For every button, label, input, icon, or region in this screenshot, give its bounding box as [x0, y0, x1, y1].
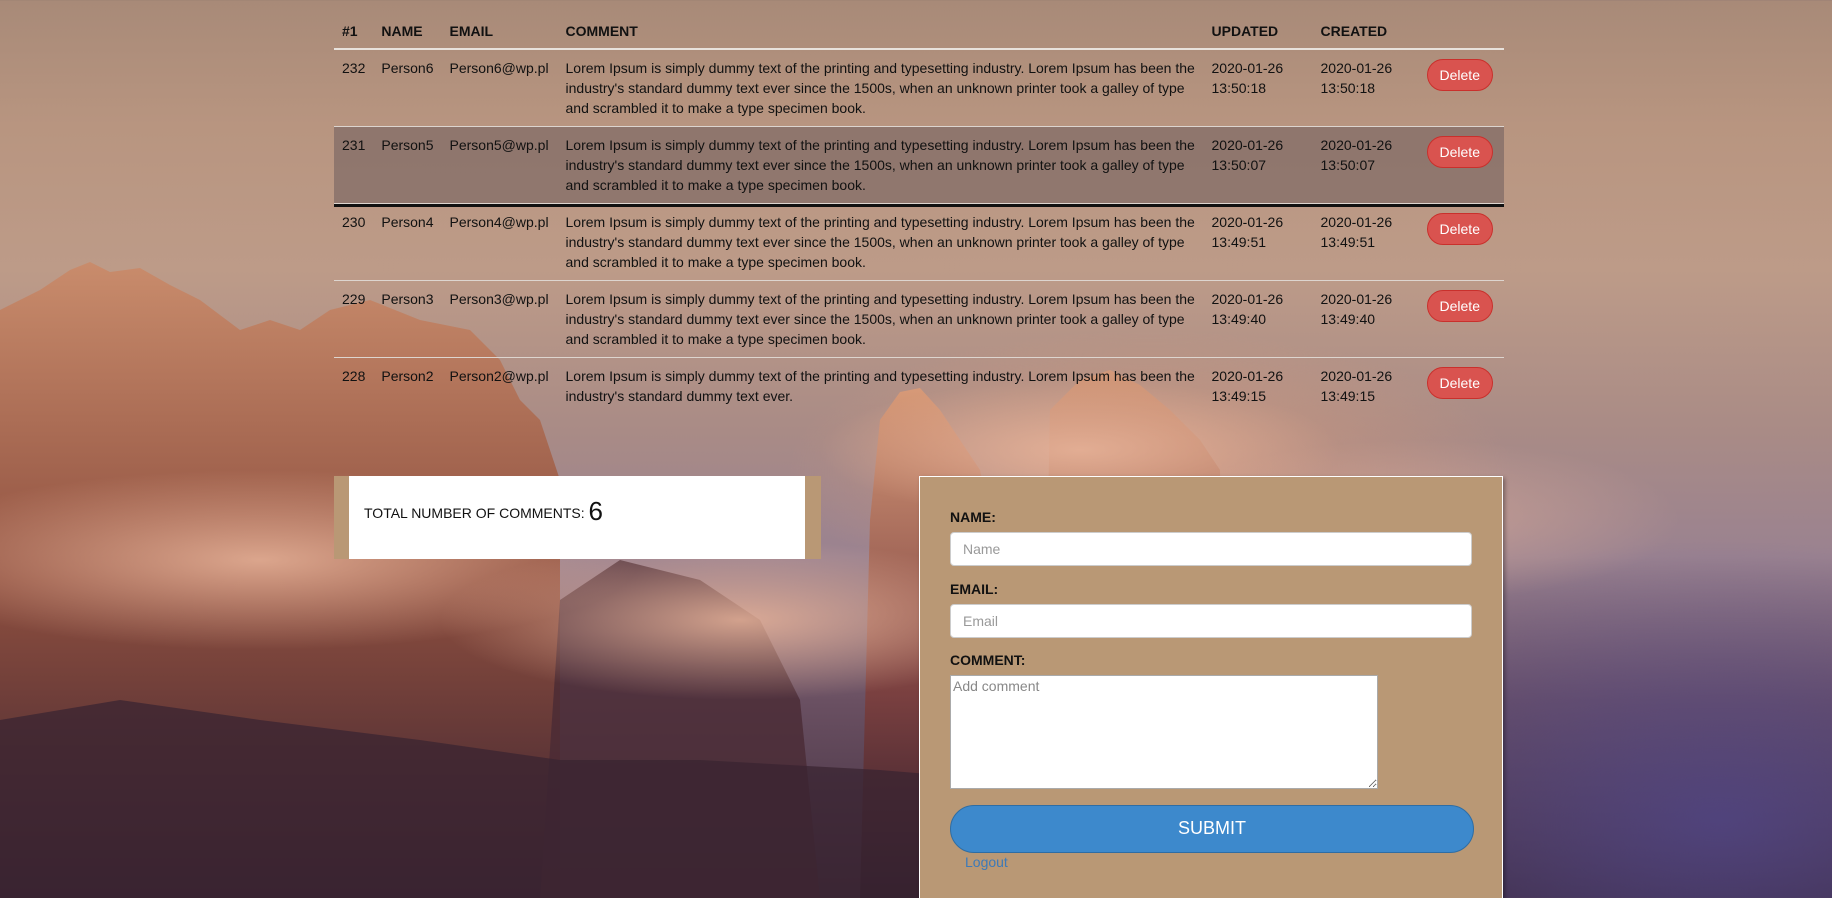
row-name: Person5 — [373, 126, 442, 204]
delete-button[interactable]: Delete — [1426, 367, 1493, 399]
row-created-date: 2020-01-26 — [1320, 137, 1393, 153]
row-comment: Lorem Ipsum is simply dummy text of the … — [557, 126, 1204, 204]
table-row: 229 Person3 Person3@wp.pl Lorem Ipsum is… — [334, 280, 1504, 358]
row-created-time: 13:49:15 — [1320, 388, 1376, 404]
comments-table-container: #1 NAME EMAIL COMMENT UPDATED CREATED 23… — [334, 0, 1504, 414]
row-email: Person5@wp.pl — [441, 126, 558, 204]
row-updated-date: 2020-01-26 — [1211, 214, 1284, 230]
submit-button[interactable]: SUBMIT — [950, 805, 1474, 853]
header-email: EMAIL — [441, 0, 558, 50]
row-created: 2020-01-26 13:50:07 — [1312, 126, 1419, 204]
row-created: 2020-01-26 13:50:18 — [1312, 48, 1419, 127]
row-actions: Delete — [1418, 280, 1504, 358]
email-label: EMAIL: — [950, 581, 999, 597]
total-comments-count: 6 — [588, 496, 603, 526]
header-updated: UPDATED — [1203, 0, 1313, 50]
name-input[interactable] — [950, 532, 1472, 566]
comments-table: #1 NAME EMAIL COMMENT UPDATED CREATED 23… — [334, 0, 1504, 414]
row-updated-time: 13:50:07 — [1211, 157, 1267, 173]
header-created: CREATED — [1312, 0, 1419, 50]
delete-button[interactable]: Delete — [1426, 59, 1493, 91]
row-comment: Lorem Ipsum is simply dummy text of the … — [557, 203, 1204, 281]
row-email: Person6@wp.pl — [441, 48, 558, 127]
header-id: #1 — [334, 0, 374, 50]
row-created-date: 2020-01-26 — [1320, 291, 1393, 307]
row-updated-date: 2020-01-26 — [1211, 291, 1284, 307]
logout-link[interactable]: Logout — [965, 854, 1008, 870]
row-created-time: 13:49:51 — [1320, 234, 1376, 250]
comment-field-group: COMMENT: — [950, 652, 1472, 789]
row-created-date: 2020-01-26 — [1320, 60, 1393, 76]
table-row: 232 Person6 Person6@wp.pl Lorem Ipsum is… — [334, 48, 1504, 127]
row-name: Person2 — [373, 357, 442, 414]
row-comment: Lorem Ipsum is simply dummy text of the … — [557, 357, 1204, 414]
header-comment: COMMENT — [557, 0, 1204, 50]
row-created-date: 2020-01-26 — [1320, 368, 1393, 384]
table-header-row: #1 NAME EMAIL COMMENT UPDATED CREATED — [334, 0, 1504, 50]
row-updated-time: 13:50:18 — [1211, 80, 1267, 96]
row-actions: Delete — [1418, 357, 1504, 414]
name-field-group: NAME: — [950, 509, 1472, 566]
comment-form: NAME: EMAIL: COMMENT: SUBMIT Logout — [919, 476, 1503, 898]
delete-button[interactable]: Delete — [1426, 290, 1493, 322]
row-email: Person3@wp.pl — [441, 280, 558, 358]
total-comments-card: TOTAL NUMBER OF COMMENTS: 6 — [349, 476, 805, 559]
row-name: Person4 — [373, 203, 442, 281]
row-id: 229 — [334, 280, 374, 358]
row-comment: Lorem Ipsum is simply dummy text of the … — [557, 48, 1204, 127]
table-row: 230 Person4 Person4@wp.pl Lorem Ipsum is… — [334, 203, 1504, 281]
row-created: 2020-01-26 13:49:51 — [1312, 203, 1419, 281]
email-input[interactable] — [950, 604, 1472, 638]
row-created-date: 2020-01-26 — [1320, 214, 1393, 230]
row-name: Person6 — [373, 48, 442, 127]
delete-button[interactable]: Delete — [1426, 136, 1493, 168]
comment-textarea[interactable] — [950, 675, 1378, 789]
row-updated: 2020-01-26 13:50:18 — [1203, 48, 1313, 127]
row-updated: 2020-01-26 13:50:07 — [1203, 126, 1313, 204]
row-created-time: 13:50:18 — [1320, 80, 1376, 96]
total-comments-label: TOTAL NUMBER OF COMMENTS: — [364, 505, 585, 521]
row-comment: Lorem Ipsum is simply dummy text of the … — [557, 280, 1204, 358]
row-updated-time: 13:49:40 — [1211, 311, 1267, 327]
row-created-time: 13:50:07 — [1320, 157, 1376, 173]
header-name: NAME — [373, 0, 442, 50]
row-created-time: 13:49:40 — [1320, 311, 1376, 327]
table-row: 231 Person5 Person5@wp.pl Lorem Ipsum is… — [334, 126, 1504, 204]
row-updated-time: 13:49:51 — [1211, 234, 1267, 250]
table-row: 228 Person2 Person2@wp.pl Lorem Ipsum is… — [334, 357, 1504, 414]
row-created: 2020-01-26 13:49:15 — [1312, 357, 1419, 414]
total-comments-panel: TOTAL NUMBER OF COMMENTS: 6 — [334, 476, 821, 559]
delete-button[interactable]: Delete — [1426, 213, 1493, 245]
row-id: 230 — [334, 203, 374, 281]
row-name: Person3 — [373, 280, 442, 358]
row-updated-date: 2020-01-26 — [1211, 60, 1284, 76]
row-created: 2020-01-26 13:49:40 — [1312, 280, 1419, 358]
row-updated-time: 13:49:15 — [1211, 388, 1267, 404]
row-email: Person4@wp.pl — [441, 203, 558, 281]
comment-label: COMMENT: — [950, 652, 1026, 668]
row-actions: Delete — [1418, 203, 1504, 281]
name-label: NAME: — [950, 509, 996, 525]
row-actions: Delete — [1418, 126, 1504, 204]
header-actions — [1418, 0, 1504, 50]
row-updated: 2020-01-26 13:49:40 — [1203, 280, 1313, 358]
email-field-group: EMAIL: — [950, 581, 1472, 638]
row-updated-date: 2020-01-26 — [1211, 137, 1284, 153]
row-id: 228 — [334, 357, 374, 414]
row-email: Person2@wp.pl — [441, 357, 558, 414]
row-updated: 2020-01-26 13:49:15 — [1203, 357, 1313, 414]
row-id: 232 — [334, 48, 374, 127]
row-updated-date: 2020-01-26 — [1211, 368, 1284, 384]
row-id: 231 — [334, 126, 374, 204]
row-actions: Delete — [1418, 48, 1504, 127]
row-updated: 2020-01-26 13:49:51 — [1203, 203, 1313, 281]
